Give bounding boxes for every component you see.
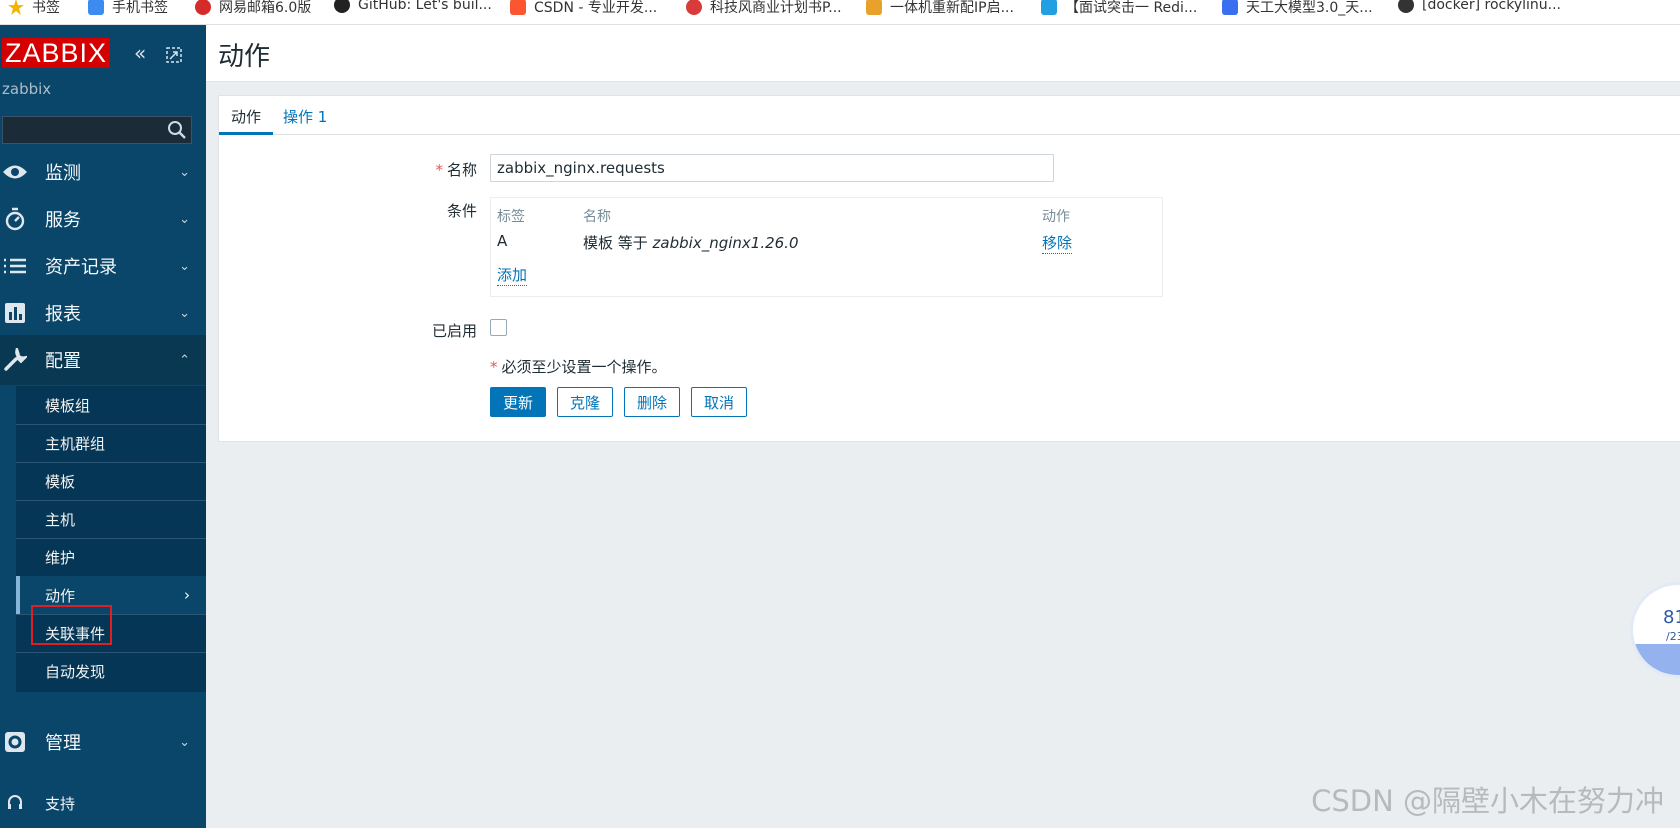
search-input[interactable] [2,116,192,144]
condition-tag: A [497,232,508,250]
submenu-templates[interactable]: 模板 [16,462,206,501]
sidebar: ZABBIX « zabbix 监测 ⌄ 服务 ⌄ 资产记录 ⌄ 报表 ⌄ 配置… [0,25,206,828]
chevron-down-icon: ⌄ [179,211,190,227]
enabled-label: 已启用 [431,322,477,340]
name-field[interactable] [490,154,1054,182]
bookmark-icon [88,0,104,15]
submenu-maintenance[interactable]: 维护 [16,538,206,577]
stopwatch-icon [0,204,30,234]
condition-name: 模板 等于 zabbix_nginx1.26.0 [583,234,799,252]
enabled-checkbox[interactable] [490,319,507,336]
bar-chart-icon [0,298,30,328]
column-header-action: 动作 [1042,209,1070,225]
configuration-submenu: 模板组 主机群组 模板 主机 维护 动作 › 关联事件 自动发现 [16,386,206,692]
conditions-label: 条件 [446,202,477,220]
chevron-down-icon: ⌄ [179,258,190,274]
main-content: 动作 动作 操作 1 *名称 条件 标签 名称 动作 A 模板 等于 zabbi… [206,25,1680,828]
collapse-sidebar-icon[interactable]: « [134,41,146,65]
bookmark-icon [1222,0,1238,15]
clone-button[interactable]: 克隆 [557,387,613,417]
csdn-icon [510,0,526,15]
chevron-down-icon: ⌄ [179,734,190,750]
form-tabs: 动作 操作 1 [218,96,1680,135]
bookmark-item[interactable]: 书签 [8,0,60,17]
star-icon [8,0,24,15]
menu-configuration[interactable]: 配置 ⌃ [0,335,206,385]
remove-condition-link[interactable]: 移除 [1042,232,1073,254]
kiosk-mode-icon[interactable] [166,44,182,68]
delete-button[interactable]: 删除 [624,387,680,417]
bookmark-item[interactable]: GitHub: Let's buil... [334,0,492,13]
column-header-name: 名称 [583,209,611,225]
menu-support[interactable]: 支持 [0,778,206,828]
page-header: 动作 [206,25,1680,82]
headset-icon [0,788,30,818]
chevron-right-icon: › [184,586,190,604]
eye-icon [0,157,30,187]
watermark: CSDN @隔壁小木在努力冲 [1311,784,1664,818]
cancel-button[interactable]: 取消 [691,387,747,417]
submenu-host-groups[interactable]: 主机群组 [16,424,206,463]
bookmark-item[interactable]: 科技风商业计划书P... [686,0,842,17]
server-name: zabbix [2,80,52,98]
bookmark-item[interactable]: 【面试突击一 Redi... [1041,0,1197,17]
submenu-discovery[interactable]: 自动发现 [16,652,206,690]
submenu-template-groups[interactable]: 模板组 [16,386,206,425]
bookmarks-bar: 书签 手机书签 网易邮箱6.0版 GitHub: Let's buil... C… [0,0,1680,25]
update-button[interactable]: 更新 [490,387,546,417]
tab-operations[interactable]: 操作 1 [283,106,327,127]
search-icon[interactable] [167,120,187,140]
annotation-highlight-box [31,605,112,645]
github-icon [334,0,350,13]
bilibili-icon [1041,0,1057,15]
bookmark-item[interactable]: 手机书签 [88,0,168,17]
add-condition-link[interactable]: 添加 [497,264,528,286]
chevron-down-icon: ⌄ [179,164,190,180]
list-icon [0,251,30,281]
name-label: * 名称 [435,161,477,179]
bookmark-item[interactable]: CSDN - 专业开发... [510,0,657,17]
tab-action[interactable]: 动作 [218,106,274,135]
menu-reports[interactable]: 报表 ⌄ [0,288,206,338]
bookmark-item[interactable]: [docker] rockylinu... [1398,0,1561,13]
menu-administration[interactable]: 管理 ⌄ [0,717,206,767]
page-title: 动作 [218,42,271,72]
gear-icon [0,727,30,757]
wrench-icon [0,345,30,375]
menu-monitoring[interactable]: 监测 ⌄ [0,147,206,197]
action-form: 动作 操作 1 *名称 条件 标签 名称 动作 A 模板 等于 zabbix_n… [218,95,1680,442]
column-header-label: 标签 [497,209,525,225]
zabbix-logo[interactable]: ZABBIX [2,38,111,68]
mail-icon [195,0,211,15]
bookmark-icon [866,0,882,15]
menu-services[interactable]: 服务 ⌄ [0,194,206,244]
bookmark-icon [1398,0,1414,13]
chevron-down-icon: ⌄ [179,305,190,321]
operations-required-note: * 必须至少设置一个操作。 [490,358,667,376]
bookmark-item[interactable]: 网易邮箱6.0版 [195,0,311,17]
menu-inventory[interactable]: 资产记录 ⌄ [0,241,206,291]
bookmark-item[interactable]: 一体机重新配IP启... [866,0,1014,17]
chevron-up-icon: ⌃ [179,352,190,368]
conditions-table: 标签 名称 动作 A 模板 等于 zabbix_nginx1.26.0 移除 添… [490,197,1163,297]
bookmark-icon [686,0,702,15]
submenu-hosts[interactable]: 主机 [16,500,206,539]
bookmark-item[interactable]: 天工大模型3.0_天... [1222,0,1373,17]
